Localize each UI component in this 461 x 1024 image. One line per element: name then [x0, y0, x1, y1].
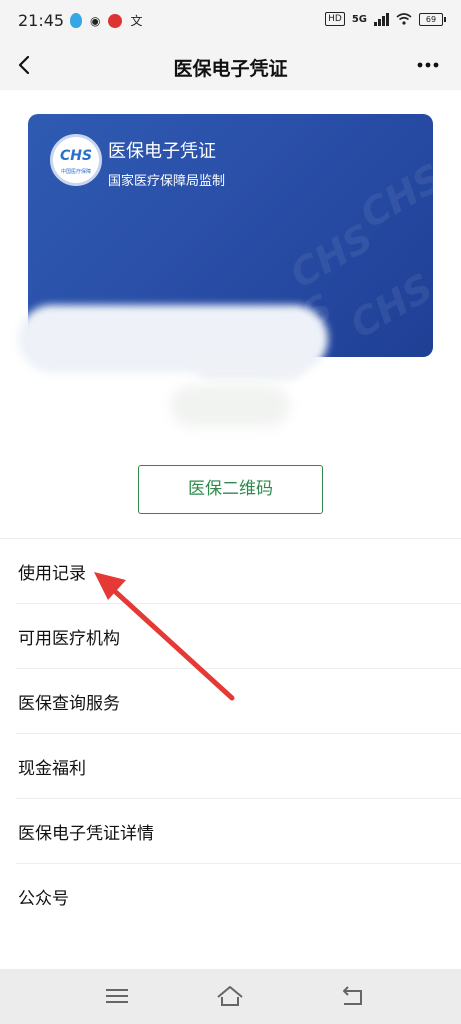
system-nav-bar [0, 969, 461, 1024]
back-nav-icon[interactable] [339, 983, 367, 1009]
card-watermark: CHS [342, 265, 433, 347]
menu-item-query-service[interactable]: 医保查询服务 [16, 669, 461, 734]
notification-icons: ◉ 文 [70, 12, 143, 29]
nav-bar: 医保电子凭证 [0, 42, 461, 90]
redacted-area [170, 385, 290, 427]
home-icon[interactable] [216, 983, 244, 1009]
page-title: 医保电子凭证 [173, 58, 288, 80]
battery-level: 69 [425, 14, 437, 24]
wifi-icon [396, 13, 412, 25]
translate-icon: 文 [130, 14, 143, 28]
status-right: HD 5G 69 [325, 12, 446, 26]
logo-subtext: 中国医疗保障 [60, 169, 91, 175]
menu-item-available-institutions[interactable]: 可用医疗机构 [16, 604, 461, 669]
card-title: 医保电子凭证 [108, 141, 216, 162]
status-bar: 21:45 ◉ 文 HD 5G 69 [0, 0, 461, 42]
card-subtitle: 国家医疗保障局监制 [108, 174, 226, 189]
menu-item-label: 医保电子凭证详情 [18, 824, 154, 844]
menu-item-label: 使用记录 [18, 564, 86, 584]
menu-item-certificate-details[interactable]: 医保电子凭证详情 [16, 799, 461, 864]
card-watermark: CHS [282, 215, 381, 297]
network-label: 5G [351, 13, 367, 25]
logo-text: CHS [59, 148, 93, 164]
menu-item-label: 现金福利 [18, 759, 86, 779]
menu-item-label: 医保查询服务 [18, 694, 120, 714]
more-icon[interactable] [415, 52, 441, 78]
qq-icon [70, 13, 82, 28]
menu-icon[interactable] [103, 983, 131, 1009]
status-time: 21:45 [18, 11, 65, 30]
menu-item-cash-benefits[interactable]: 现金福利 [16, 734, 461, 799]
redacted-area [195, 350, 305, 380]
menu-item-label: 公众号 [18, 889, 69, 909]
menu-item-label: 可用医疗机构 [18, 629, 120, 649]
menu-item-official-account[interactable]: 公众号 [16, 864, 461, 928]
signal-icon [374, 12, 389, 26]
menu-list: 使用记录 可用医疗机构 医保查询服务 现金福利 医保电子凭证详情 公众号 [0, 539, 461, 928]
app-icon [108, 13, 123, 28]
battery-icon: 69 [419, 12, 446, 26]
card-watermark: CHS [352, 155, 433, 237]
weibo-icon: ◉ [90, 13, 101, 28]
qr-code-button[interactable]: 医保二维码 [138, 465, 323, 514]
hd-badge: HD [325, 12, 345, 26]
chs-logo: CHS 中国医疗保障 [50, 134, 102, 186]
menu-item-usage-records[interactable]: 使用记录 [16, 539, 461, 604]
